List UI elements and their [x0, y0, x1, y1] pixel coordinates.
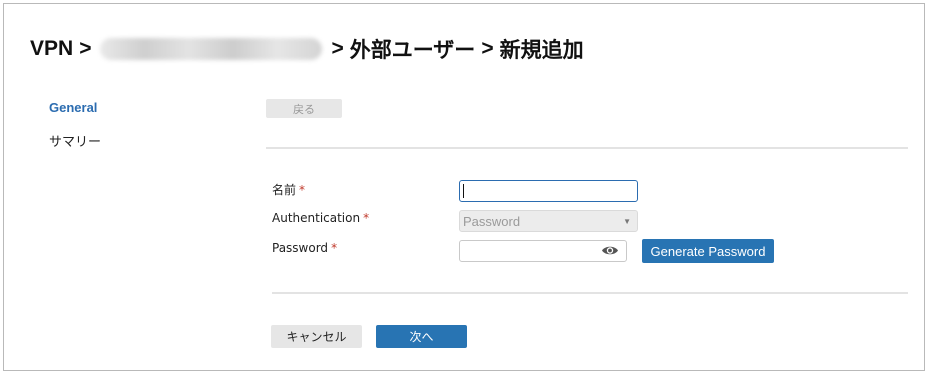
password-label: Password * — [272, 241, 338, 255]
dropdown-arrow-icon: ▼ — [623, 217, 631, 226]
next-button[interactable]: 次へ — [376, 325, 467, 348]
divider — [266, 147, 908, 149]
back-button[interactable]: 戻る — [266, 99, 342, 118]
required-marker: * — [331, 241, 338, 255]
breadcrumb-redacted-segment[interactable] — [100, 38, 323, 60]
breadcrumb-root[interactable]: VPN — [30, 37, 73, 61]
breadcrumb-section[interactable]: 外部ユーザー — [350, 34, 476, 64]
generate-password-button[interactable]: Generate Password — [642, 239, 774, 263]
eye-icon[interactable] — [601, 244, 619, 257]
sidebar-item-general[interactable]: General — [49, 100, 97, 115]
breadcrumb-separator: > — [79, 37, 92, 60]
cancel-button[interactable]: キャンセル — [271, 325, 362, 348]
name-label: 名前 * — [272, 183, 306, 197]
required-marker: * — [299, 183, 306, 197]
text-caret — [463, 184, 464, 198]
name-input[interactable] — [459, 180, 638, 202]
authentication-label: Authentication * — [272, 211, 370, 225]
breadcrumb-separator: > — [331, 37, 344, 60]
authentication-selected-value: Password — [463, 213, 521, 229]
required-marker: * — [363, 211, 370, 225]
breadcrumb: VPN > > 外部ユーザー > 新規追加 — [30, 34, 584, 64]
breadcrumb-current: 新規追加 — [499, 39, 584, 62]
sidebar-item-summary[interactable]: サマリー — [49, 131, 101, 150]
authentication-select[interactable]: Password ▼ — [459, 210, 638, 232]
divider — [272, 292, 908, 294]
breadcrumb-separator: > — [481, 37, 494, 60]
